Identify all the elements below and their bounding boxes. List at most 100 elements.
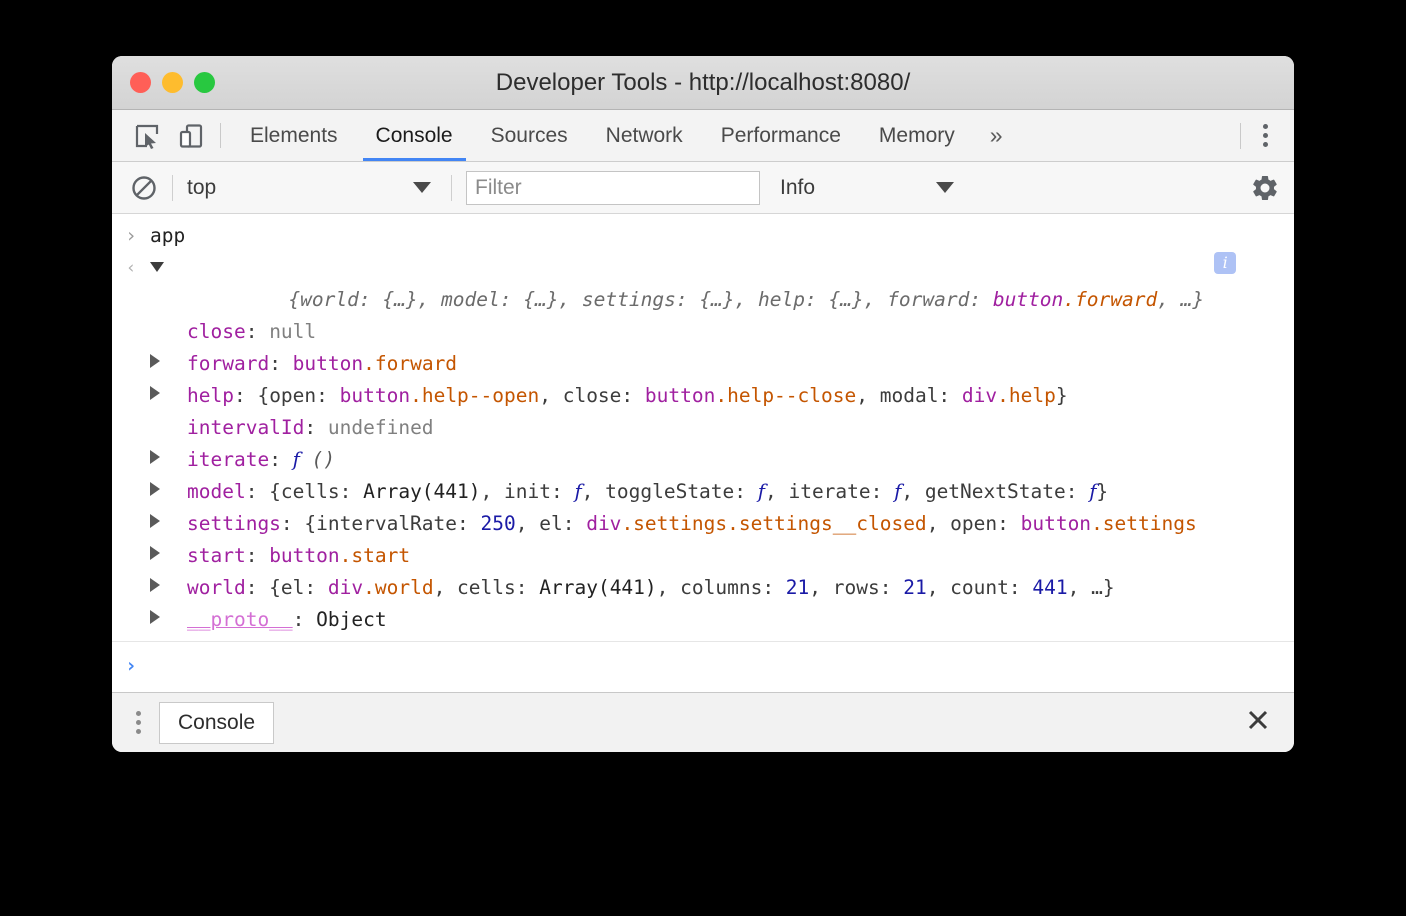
property-name: settings [187,508,281,540]
console-output[interactable]: › app ‹ {world: {…}, model: {…}, setting… [112,214,1294,692]
object-property-row[interactable]: forward: button.forward [112,348,1294,380]
property-value-segment: , columns: [657,572,786,604]
property-value-segment: : {intervalRate: [281,508,481,540]
object-property-row[interactable]: world: {el: div.world, cells: Array(441)… [112,572,1294,604]
tab-network[interactable]: Network [587,110,702,161]
kebab-menu-icon[interactable] [126,703,151,742]
property-indent [150,572,187,604]
property-value-segment: : [246,316,269,348]
property-value-segment: .world [363,572,433,604]
zoom-window-button[interactable] [194,72,215,93]
object-property-row[interactable]: settings: {intervalRate: 250, el: div.se… [112,508,1294,540]
property-value-segment: button [340,380,410,412]
object-property-row[interactable]: __proto__: Object [112,604,1294,636]
property-value-segment: Array(441) [363,476,480,508]
property-value-segment: , getNextState: [901,476,1089,508]
property-indent [150,476,187,508]
property-value-segment: .forward [363,348,457,380]
device-toolbar-icon[interactable] [176,121,206,151]
property-value-segment: div [962,380,997,412]
property-expand-toggle[interactable] [150,610,160,624]
minimize-window-button[interactable] [162,72,183,93]
object-expand-toggle[interactable] [150,252,171,284]
property-indent [150,508,187,540]
prompt-caret-icon: › [112,650,150,682]
tab-memory[interactable]: Memory [860,110,974,161]
desktop-background: Developer Tools - http://localhost:8080/ [0,0,1406,916]
object-property-row[interactable]: close: null [112,316,1294,348]
property-value-segment: undefined [328,412,434,444]
tab-elements[interactable]: Elements [231,110,357,161]
property-value-segment: , modal: [856,380,962,412]
console-prompt-row[interactable]: › [112,642,1294,682]
property-value-segment: : [269,444,292,476]
property-expand-toggle[interactable] [150,354,160,368]
object-property-row[interactable]: iterate: f () [112,444,1294,476]
property-value-segment: : {cells: [246,476,363,508]
toolbar-divider-1 [172,175,173,201]
close-icon[interactable] [1238,700,1278,745]
property-name: model [187,476,246,508]
clear-console-icon[interactable] [130,174,158,202]
more-tabs-button[interactable]: » [974,110,1019,161]
log-level-select[interactable]: Info [780,176,960,200]
property-value-segment: .help [997,380,1056,412]
property-name: start [187,540,246,572]
command-gutter-icon: › [112,220,150,252]
gear-icon[interactable] [1250,173,1280,203]
property-value-segment: f [894,476,901,508]
object-property-list: close: nullforward: button.forwardhelp: … [112,316,1294,636]
console-toolbar: top Info [112,162,1294,214]
close-window-button[interactable] [130,72,151,93]
property-value-segment: Object [316,604,386,636]
devtools-tabbar: Elements Console Sources Network Perform… [112,110,1294,162]
property-value-segment: , el: [516,508,586,540]
property-expand-toggle[interactable] [150,482,160,496]
kebab-menu-icon[interactable] [1255,118,1276,153]
property-value-segment: : [293,604,316,636]
object-property-row[interactable]: start: button.start [112,540,1294,572]
property-value-segment: , …} [1068,572,1115,604]
console-command-row: › app [112,214,1294,252]
tab-performance[interactable]: Performance [702,110,860,161]
object-property-row[interactable]: help: {open: button.help--open, close: b… [112,380,1294,412]
filter-input[interactable] [466,171,760,205]
property-value-segment: button [645,380,715,412]
property-value-segment: : [269,348,292,380]
property-value-segment: , close: [539,380,645,412]
property-value-segment: , count: [927,572,1033,604]
chevron-down-icon [413,182,431,193]
object-property-row[interactable]: intervalId: undefined [112,412,1294,444]
object-preview: {world: {…}, model: {…}, settings: {…}, … [171,252,1204,316]
tab-sources[interactable]: Sources [472,110,587,161]
tabbar-right-divider [1240,123,1241,149]
property-expand-toggle[interactable] [150,514,160,528]
drawer-tab-console[interactable]: Console [159,702,274,744]
result-gutter-icon: ‹ [112,252,150,284]
property-value-segment: , cells: [434,572,540,604]
property-value-segment: } [1056,380,1068,412]
info-badge[interactable]: i [1214,252,1236,274]
tab-console[interactable]: Console [357,110,472,161]
execution-context-select[interactable]: top [187,176,437,200]
property-value-segment: div [328,572,363,604]
property-value-segment: f [758,476,765,508]
property-value-segment: f [1089,476,1096,508]
window-controls [112,72,215,93]
console-result-row: ‹ {world: {…}, model: {…}, settings: {…}… [112,252,1294,316]
panel-tabs: Elements Console Sources Network Perform… [221,110,1019,161]
inspect-cursor-icon[interactable] [132,121,162,151]
property-value-segment: .settings [1091,508,1197,540]
property-expand-toggle[interactable] [150,450,160,464]
chevron-down-icon [936,182,954,193]
property-value-segment: .help--open [410,380,539,412]
property-expand-toggle[interactable] [150,546,160,560]
object-property-row[interactable]: model: {cells: Array(441), init: f, togg… [112,476,1294,508]
property-expand-toggle[interactable] [150,386,160,400]
property-value-segment: 441 [1032,572,1067,604]
property-indent [150,380,187,412]
property-indent [150,444,187,476]
property-value-segment: 21 [786,572,809,604]
property-expand-toggle[interactable] [150,578,160,592]
property-name: intervalId [187,412,304,444]
